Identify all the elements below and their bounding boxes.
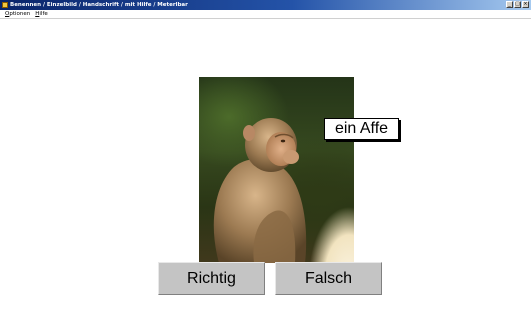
monkey-illustration: [213, 118, 307, 263]
word-label: ein Affe: [324, 118, 399, 140]
menu-hilfe[interactable]: Hilfe: [35, 10, 48, 19]
monkey-photo: [199, 77, 354, 263]
menu-bar: Optionen Hilfe: [0, 10, 531, 19]
window-controls: _ □ ×: [506, 1, 529, 8]
app-icon: [2, 2, 8, 8]
title-bar[interactable]: Benennen / Einzelbild / Handschrift / mi…: [0, 0, 531, 10]
falsch-button[interactable]: Falsch: [275, 262, 382, 295]
close-button[interactable]: ×: [522, 1, 529, 8]
richtig-button[interactable]: Richtig: [158, 262, 265, 295]
window-title: Benennen / Einzelbild / Handschrift / mi…: [10, 2, 188, 8]
maximize-button[interactable]: □: [514, 1, 521, 8]
menu-optionen[interactable]: Optionen: [5, 10, 30, 19]
minimize-button[interactable]: _: [506, 1, 513, 8]
